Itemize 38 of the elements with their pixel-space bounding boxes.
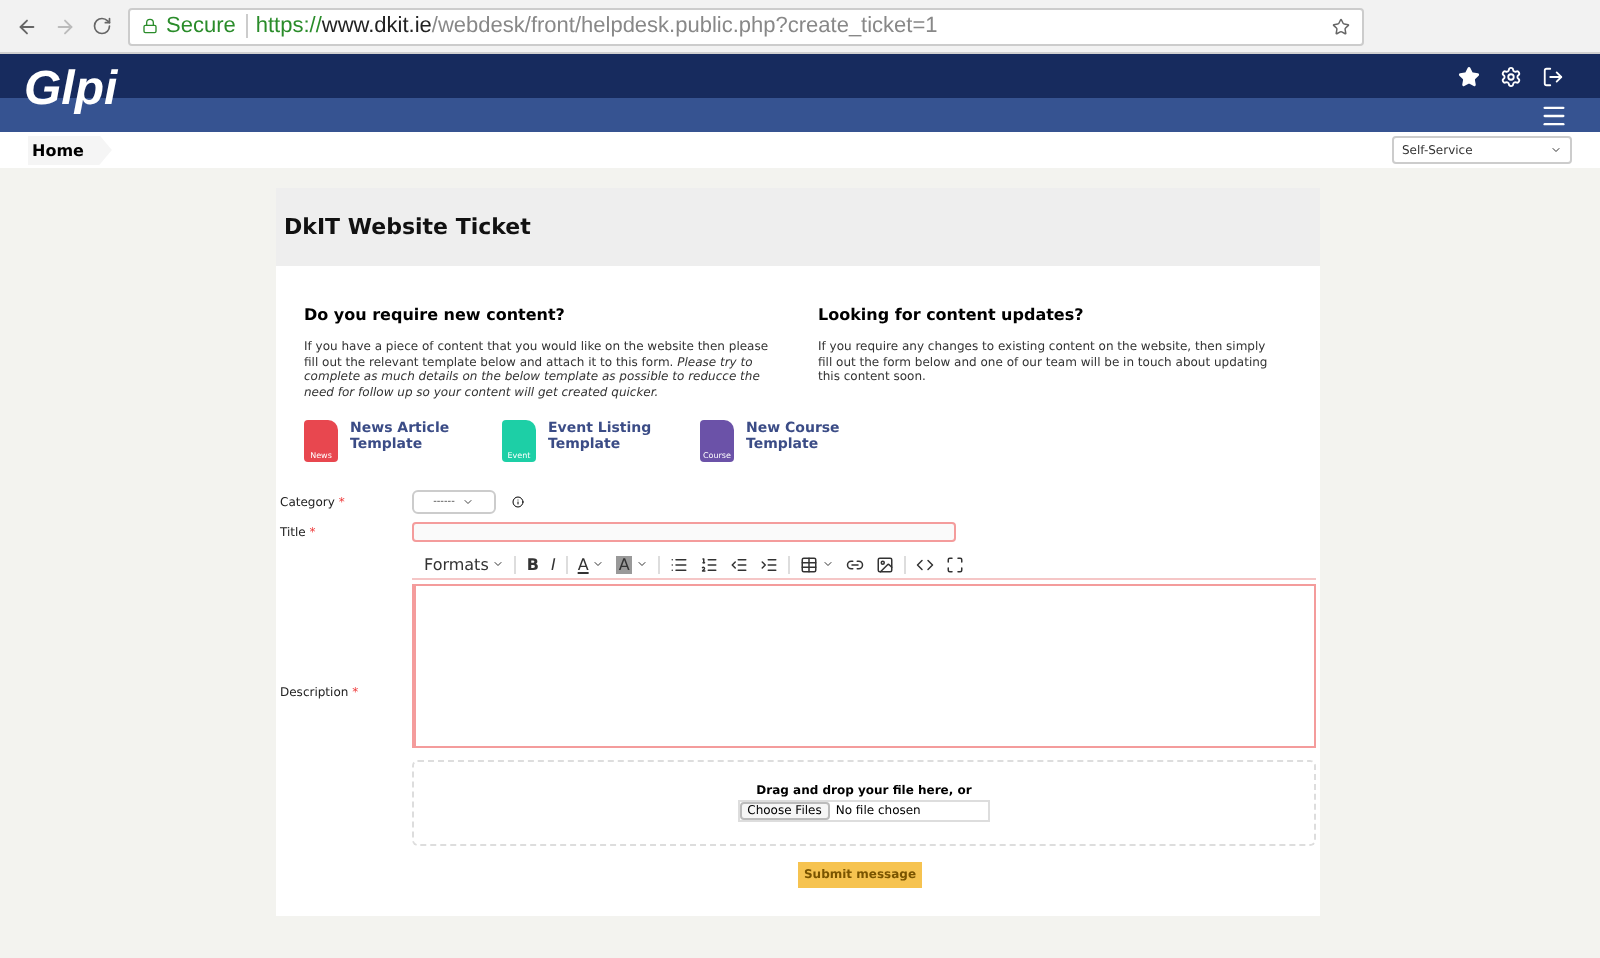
outdent-icon[interactable]: [729, 555, 748, 573]
bold-button[interactable]: B: [526, 555, 539, 573]
formats-menu[interactable]: Formats: [424, 555, 505, 573]
text-color-button[interactable]: A: [577, 555, 605, 573]
section-heading: Looking for content updates?: [818, 306, 1086, 324]
table-button[interactable]: [799, 555, 834, 573]
star-icon[interactable]: [1458, 65, 1480, 87]
logout-icon[interactable]: [1542, 65, 1564, 87]
back-icon[interactable]: [16, 15, 38, 37]
bullet-list-icon[interactable]: [669, 555, 688, 573]
info-icon[interactable]: [512, 496, 524, 508]
ticket-title: DkIT Website Ticket: [284, 214, 531, 240]
indent-icon[interactable]: [759, 555, 778, 573]
caret-icon: [462, 496, 475, 508]
title-input[interactable]: [412, 522, 956, 542]
secure-label: Secure: [166, 14, 248, 38]
caret-icon: [821, 558, 834, 570]
url-text: https://www.dkit.ie/webdesk/front/helpdesk.public.php?create_ticket=1: [255, 14, 940, 38]
numbered-list-icon[interactable]: [699, 555, 718, 573]
lock-icon: [142, 18, 158, 34]
caret-icon: [592, 558, 605, 570]
settings-icon[interactable]: [1500, 65, 1522, 87]
bookmark-star-icon[interactable]: [1332, 17, 1350, 35]
menu-icon[interactable]: [1540, 101, 1568, 129]
italic-button[interactable]: I: [550, 555, 556, 573]
reload-icon[interactable]: [92, 16, 112, 36]
caret-icon: [1550, 144, 1562, 156]
caret-icon: [492, 558, 505, 570]
address-bar[interactable]: Secure https://www.dkit.ie/webdesk/front/helpdesk.public.php?create_ticket=1: [128, 7, 1364, 45]
logo[interactable]: Glpi: [24, 62, 118, 118]
table-icon: [799, 555, 818, 573]
code-icon[interactable]: [915, 555, 934, 573]
caret-icon: [635, 558, 648, 570]
fullscreen-icon[interactable]: [945, 555, 964, 573]
section-heading: Do you require new content?: [304, 306, 567, 324]
home-breadcrumb[interactable]: Home: [28, 135, 112, 165]
image-icon[interactable]: [875, 555, 894, 573]
link-icon[interactable]: [845, 555, 864, 573]
